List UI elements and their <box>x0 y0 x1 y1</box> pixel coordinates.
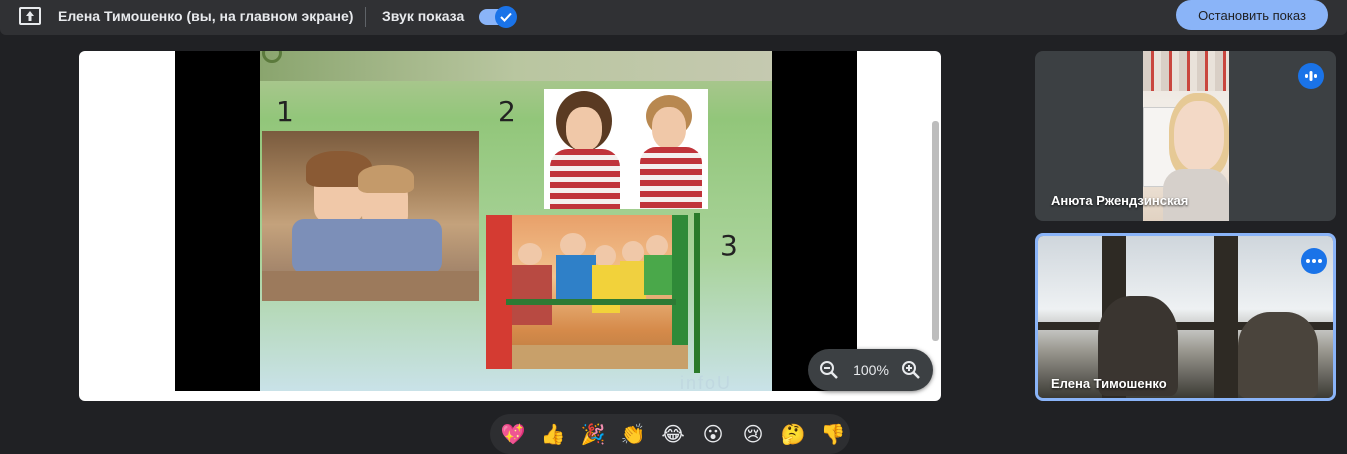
photo-kids-playground <box>486 215 688 369</box>
stop-presenting-button[interactable]: Остановить показ <box>1176 0 1328 30</box>
slide-label-1: 1 <box>276 95 294 128</box>
check-icon <box>495 6 517 28</box>
presenter-label: Елена Тимошенко (вы, на главном экране) <box>58 8 354 24</box>
slide-label-3: 3 <box>720 229 738 262</box>
presentation-audio-toggle[interactable] <box>479 6 517 28</box>
participant-tile[interactable]: Анюта Ржендзинская <box>1035 51 1336 221</box>
zoom-level: 100% <box>853 362 889 378</box>
slide: 1 2 3 infoU <box>260 51 772 391</box>
zoom-out-icon[interactable] <box>818 359 840 381</box>
presentation-audio-label: Звук показа <box>382 8 465 24</box>
reaction-heart-icon[interactable]: 💖 <box>496 417 530 451</box>
self-participant-tile[interactable]: Елена Тимошенко <box>1035 233 1336 401</box>
slide-label-2: 2 <box>498 95 516 128</box>
participant-name: Анюта Ржендзинская <box>1051 193 1189 208</box>
slide-watermark: infoU <box>680 373 733 391</box>
photo-two-girls-sitting <box>262 131 479 301</box>
audio-level-icon <box>1298 63 1324 89</box>
vertical-scrollbar[interactable] <box>932 121 939 341</box>
participant-video <box>1038 236 1333 398</box>
reaction-thinking-icon[interactable]: 🤔 <box>776 417 810 451</box>
zoom-control: 100% <box>808 349 933 391</box>
reaction-surprised-icon[interactable]: 😮 <box>696 417 730 451</box>
zoom-in-icon[interactable] <box>900 359 922 381</box>
divider <box>365 7 366 27</box>
slide-header-strip <box>260 51 772 81</box>
reactions-bar: 💖 👍 🎉 👏 😂 😮 😢 🤔 👎 <box>490 414 850 454</box>
present-screen-icon <box>19 7 41 25</box>
reaction-party-icon[interactable]: 🎉 <box>576 417 610 451</box>
presentation-view[interactable]: 1 2 3 infoU <box>79 51 941 401</box>
reaction-laugh-icon[interactable]: 😂 <box>656 417 690 451</box>
reaction-clap-icon[interactable]: 👏 <box>616 417 650 451</box>
reaction-sad-icon[interactable]: 😢 <box>736 417 770 451</box>
participant-name: Елена Тимошенко <box>1051 376 1167 391</box>
photo-angry-girls <box>544 89 708 209</box>
presentation-bar: Елена Тимошенко (вы, на главном экране) … <box>0 0 1347 35</box>
reaction-thumbs-up-icon[interactable]: 👍 <box>536 417 570 451</box>
slide-decor-bar <box>694 213 700 373</box>
reaction-thumbs-down-icon[interactable]: 👎 <box>816 417 850 451</box>
more-options-icon[interactable] <box>1301 248 1327 274</box>
